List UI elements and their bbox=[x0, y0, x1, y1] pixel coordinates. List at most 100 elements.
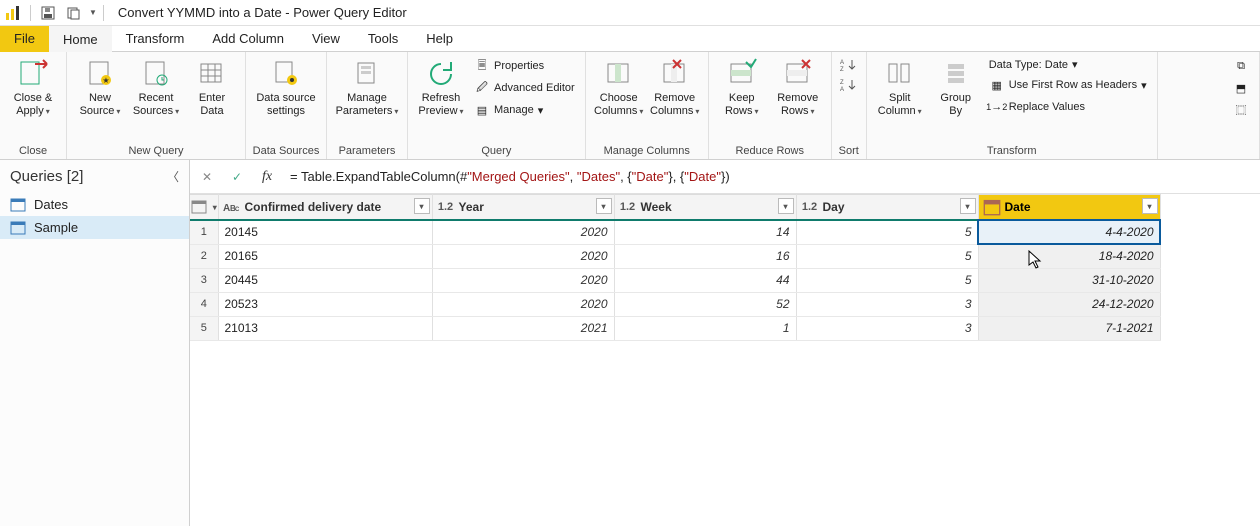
table-row[interactable]: 2 20165 2020 16 5 18-4-2020 bbox=[190, 244, 1160, 268]
ribbon-group-query: RefreshPreview▾ 🗏Properties 🖉Advanced Ed… bbox=[408, 52, 586, 159]
qat-apply-icon[interactable] bbox=[63, 2, 85, 24]
query-item-dates[interactable]: Dates bbox=[0, 193, 189, 216]
enter-data-button[interactable]: EnterData bbox=[185, 56, 239, 120]
ribbon-group-close: Close &Apply▾ Close bbox=[0, 52, 67, 159]
data-source-settings-icon bbox=[270, 58, 302, 90]
manage-icon: ▤ bbox=[474, 102, 490, 118]
collapse-pane-icon[interactable]: 〈 bbox=[167, 168, 179, 185]
recent-sources-button[interactable]: RecentSources▾ bbox=[129, 56, 183, 120]
table-row[interactable]: 1 20145 2020 14 5 4-4-2020 bbox=[190, 220, 1160, 244]
qat-save-icon[interactable] bbox=[37, 2, 59, 24]
filter-icon[interactable] bbox=[960, 198, 976, 214]
choose-columns-icon bbox=[603, 58, 635, 90]
ribbon-group-new-query: ★ NewSource▾ RecentSources▾ EnterData Ne… bbox=[67, 52, 246, 159]
tab-tools[interactable]: Tools bbox=[354, 26, 412, 52]
data-grid[interactable]: ▾ ABCConfirmed delivery date 1.2Year 1.2… bbox=[190, 194, 1260, 526]
app-icon bbox=[2, 2, 24, 24]
data-type-button[interactable]: Data Type: Date ▾ bbox=[985, 56, 1151, 73]
svg-text:★: ★ bbox=[102, 76, 109, 85]
filter-icon[interactable] bbox=[414, 198, 430, 214]
group-by-button[interactable]: GroupBy bbox=[929, 56, 983, 120]
ribbon-group-transform: SplitColumn▾ GroupBy Data Type: Date ▾ ▦… bbox=[867, 52, 1158, 159]
remove-columns-icon bbox=[659, 58, 691, 90]
col-header-year[interactable]: 1.2Year bbox=[432, 195, 614, 221]
advanced-editor-button[interactable]: 🖉Advanced Editor bbox=[470, 78, 579, 98]
col-header-date[interactable]: Date bbox=[978, 195, 1160, 221]
sort-asc-button[interactable]: AZ bbox=[838, 56, 860, 74]
svg-text:Z: Z bbox=[840, 80, 844, 86]
formula-cancel-button[interactable]: ✕ bbox=[194, 164, 220, 190]
new-source-button[interactable]: ★ NewSource▾ bbox=[73, 56, 127, 120]
tab-home[interactable]: Home bbox=[49, 26, 112, 52]
table-row[interactable]: 3 20445 2020 44 5 31-10-2020 bbox=[190, 268, 1160, 292]
filter-icon[interactable] bbox=[1142, 198, 1158, 214]
tab-add-column[interactable]: Add Column bbox=[198, 26, 298, 52]
combine-files-icon[interactable]: ⿴ bbox=[1229, 100, 1253, 120]
formula-accept-button[interactable]: ✓ bbox=[224, 164, 250, 190]
tab-help[interactable]: Help bbox=[412, 26, 467, 52]
tab-transform[interactable]: Transform bbox=[112, 26, 199, 52]
manage-parameters-button[interactable]: ManageParameters▾ bbox=[333, 56, 401, 120]
recent-sources-icon bbox=[140, 58, 172, 90]
close-apply-button[interactable]: Close &Apply▾ bbox=[6, 56, 60, 120]
table-row[interactable]: 5 21013 2021 1 3 7-1-2021 bbox=[190, 316, 1160, 340]
decimal-type-icon: 1.2 bbox=[801, 199, 819, 215]
text-type-icon: ABC bbox=[223, 199, 241, 215]
table-picker-button[interactable]: ▾ bbox=[190, 195, 218, 221]
properties-button[interactable]: 🗏Properties bbox=[470, 56, 579, 76]
ribbon: Close &Apply▾ Close ★ NewSource▾ RecentS… bbox=[0, 52, 1260, 160]
formula-bar: ✕ ✓ fx = Table.ExpandTableColumn(#"Merge… bbox=[190, 160, 1260, 194]
tab-view[interactable]: View bbox=[298, 26, 354, 52]
combine-append-icon[interactable]: ⬒ bbox=[1229, 78, 1253, 98]
first-row-headers-icon: ▦ bbox=[989, 77, 1005, 93]
filter-icon[interactable] bbox=[596, 198, 612, 214]
table-row[interactable]: 4 20523 2020 52 3 24-12-2020 bbox=[190, 292, 1160, 316]
advanced-editor-icon: 🖉 bbox=[474, 80, 490, 96]
query-item-sample[interactable]: Sample bbox=[0, 216, 189, 239]
window-title: Convert YYMMD into a Date - Power Query … bbox=[118, 5, 407, 20]
qat-dropdown-icon[interactable]: ▼ bbox=[89, 8, 97, 17]
manage-parameters-icon bbox=[351, 58, 383, 90]
formula-text[interactable]: = Table.ExpandTableColumn(#"Merged Queri… bbox=[284, 169, 1256, 185]
use-first-row-button[interactable]: ▦Use First Row as Headers ▾ bbox=[985, 75, 1151, 95]
fx-icon[interactable]: fx bbox=[254, 169, 280, 185]
enter-data-icon bbox=[196, 58, 228, 90]
table-icon bbox=[10, 198, 26, 212]
ribbon-group-manage-columns: ChooseColumns▾ RemoveColumns▾ Manage Col… bbox=[586, 52, 709, 159]
group-by-icon bbox=[940, 58, 972, 90]
svg-text:Z: Z bbox=[840, 67, 844, 72]
replace-values-button[interactable]: 1→2Replace Values bbox=[985, 97, 1151, 117]
choose-columns-button[interactable]: ChooseColumns▾ bbox=[592, 56, 646, 120]
tab-file[interactable]: File bbox=[0, 26, 49, 52]
data-source-settings-button[interactable]: Data sourcesettings bbox=[252, 56, 320, 120]
filter-icon[interactable] bbox=[778, 198, 794, 214]
keep-rows-button[interactable]: KeepRows▾ bbox=[715, 56, 769, 120]
col-header-week[interactable]: 1.2Week bbox=[614, 195, 796, 221]
svg-text:A: A bbox=[840, 60, 844, 66]
ribbon-group-sort: AZ ZA Sort bbox=[832, 52, 867, 159]
queries-pane: Queries [2] 〈 Dates Sample bbox=[0, 160, 190, 526]
replace-values-icon: 1→2 bbox=[989, 99, 1005, 115]
decimal-type-icon: 1.2 bbox=[619, 199, 637, 215]
new-source-icon: ★ bbox=[84, 58, 116, 90]
svg-text:A: A bbox=[840, 87, 844, 92]
keep-rows-icon bbox=[726, 58, 758, 90]
remove-rows-button[interactable]: RemoveRows▾ bbox=[771, 56, 825, 120]
table-icon bbox=[10, 221, 26, 235]
col-header-day[interactable]: 1.2Day bbox=[796, 195, 978, 221]
properties-icon: 🗏 bbox=[474, 58, 490, 74]
manage-button[interactable]: ▤Manage ▾ bbox=[470, 100, 579, 120]
svg-text:C: C bbox=[235, 207, 240, 213]
ribbon-group-data-sources: Data sourcesettings Data Sources bbox=[246, 52, 327, 159]
remove-columns-button[interactable]: RemoveColumns▾ bbox=[648, 56, 702, 120]
refresh-preview-button[interactable]: RefreshPreview▾ bbox=[414, 56, 468, 120]
split-column-button[interactable]: SplitColumn▾ bbox=[873, 56, 927, 120]
decimal-type-icon: 1.2 bbox=[437, 199, 455, 215]
combine-merge-icon[interactable]: ⧉ bbox=[1229, 56, 1253, 76]
ribbon-tab-row: File Home Transform Add Column View Tool… bbox=[0, 26, 1260, 52]
queries-header: Queries [2] 〈 bbox=[0, 160, 189, 193]
ribbon-group-overflow: ⧉ ⬒ ⿴ bbox=[1158, 52, 1260, 159]
col-header-confirmed-delivery-date[interactable]: ABCConfirmed delivery date bbox=[218, 195, 432, 221]
ribbon-group-parameters: ManageParameters▾ Parameters bbox=[327, 52, 408, 159]
sort-desc-button[interactable]: ZA bbox=[838, 76, 860, 94]
